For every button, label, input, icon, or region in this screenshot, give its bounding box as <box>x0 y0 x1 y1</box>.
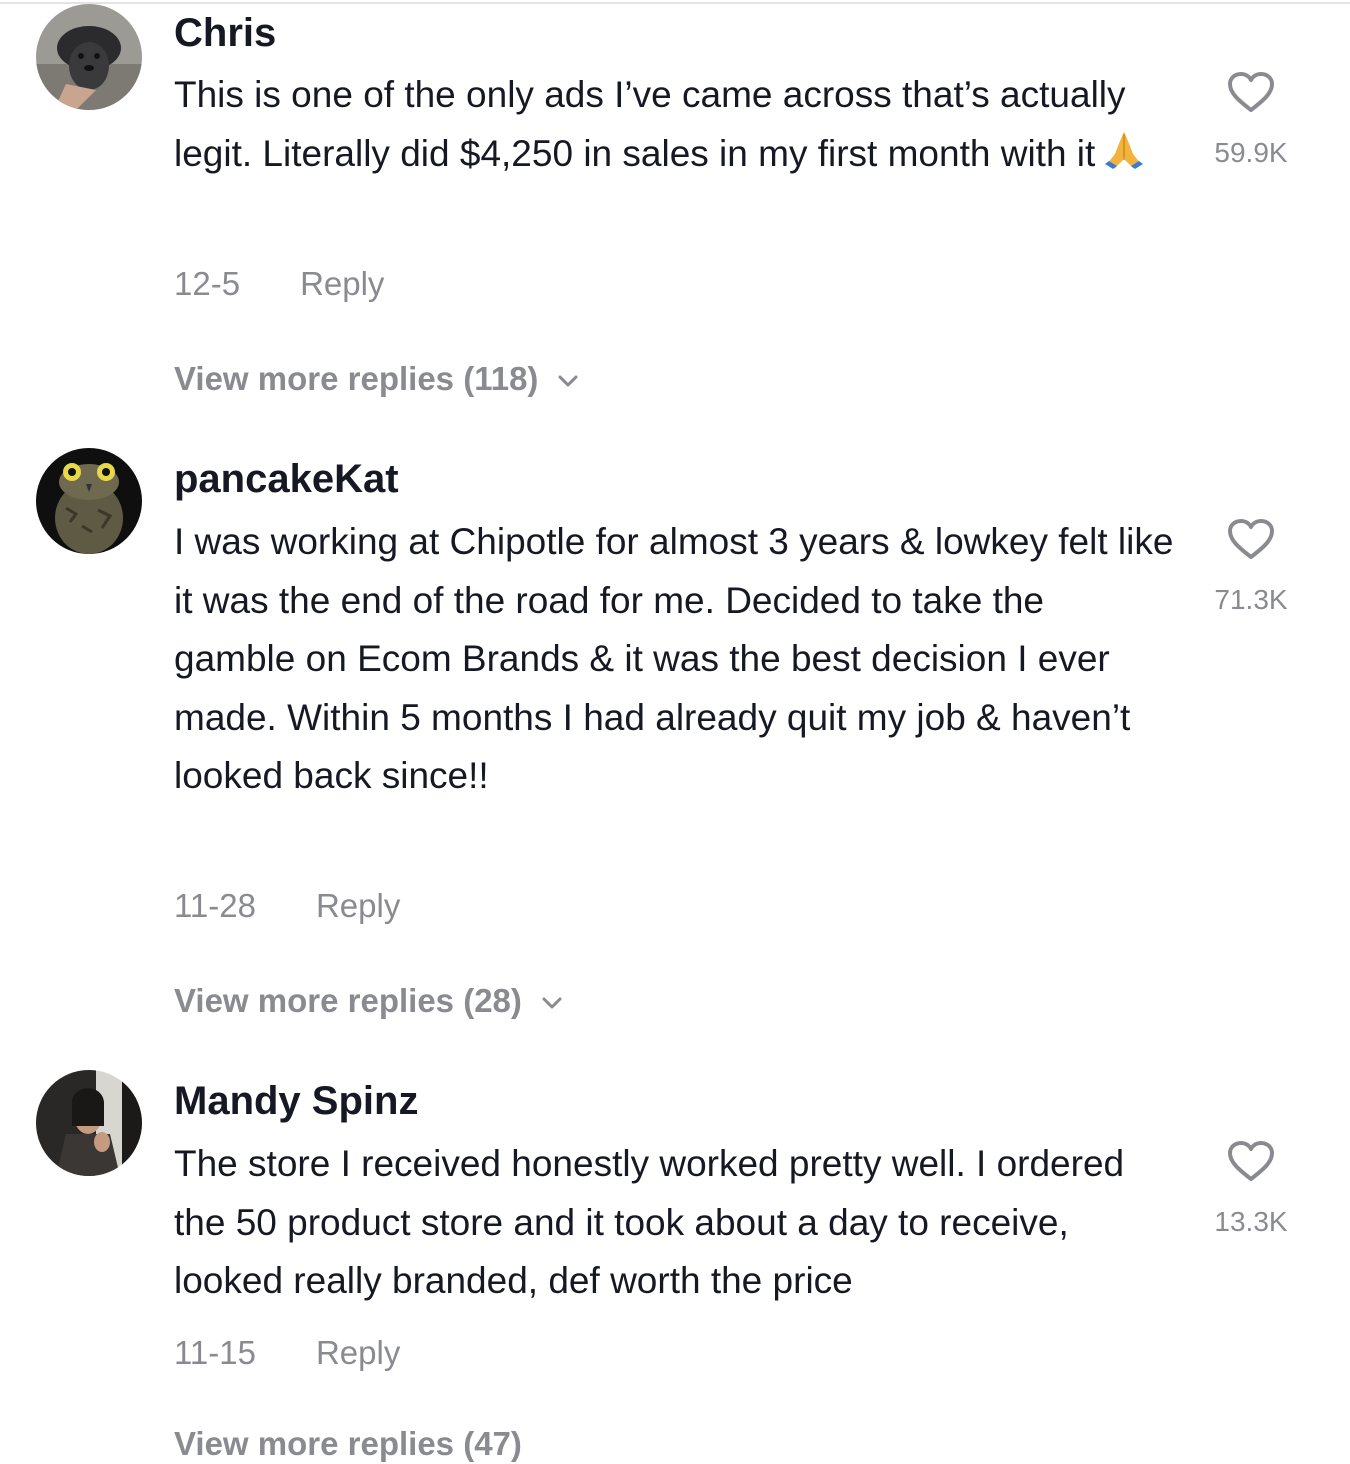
comment-meta: 12-5 Reply <box>174 264 384 304</box>
comment-meta: 11-15 Reply <box>174 1333 400 1373</box>
like-count: 71.3K <box>1214 584 1288 615</box>
view-more-replies-label: View more replies (28) <box>174 982 522 1019</box>
heart-icon[interactable] <box>1226 70 1276 114</box>
chevron-down-icon <box>558 375 578 387</box>
comment-text: I was working at Chipotle for almost 3 y… <box>174 521 1174 796</box>
comment-username[interactable]: pancakeKat <box>174 454 399 504</box>
comment-date: 11-15 <box>174 1334 256 1371</box>
heart-icon[interactable] <box>1226 1139 1276 1183</box>
comment-meta: 11-28 Reply <box>174 886 400 926</box>
reply-button[interactable]: Reply <box>316 887 400 924</box>
comment-username[interactable]: Mandy Spinz <box>174 1076 418 1126</box>
comment-text-body: This is one of the only ads I’ve came ac… <box>174 74 1126 174</box>
comment-date: 11-28 <box>174 887 256 924</box>
view-more-replies-button[interactable]: View more replies (28) <box>174 981 564 1021</box>
comment-text: This is one of the only ads I’ve came ac… <box>174 66 1174 183</box>
comment-date: 12-5 <box>174 265 241 302</box>
reply-button[interactable]: Reply <box>300 265 384 302</box>
top-divider <box>0 2 1350 4</box>
heart-icon[interactable] <box>1226 517 1276 561</box>
avatar[interactable] <box>36 1070 142 1176</box>
comment-text: The store I received honestly worked pre… <box>174 1143 1125 1301</box>
comment-username[interactable]: Chris <box>174 8 276 58</box>
chevron-down-icon <box>542 997 562 1009</box>
view-more-replies-button[interactable]: View more replies (47) <box>174 1424 522 1464</box>
like-count: 59.9K <box>1214 137 1288 168</box>
folded-hands-icon <box>1105 131 1144 169</box>
reply-button[interactable]: Reply <box>316 1334 400 1371</box>
like-count: 13.3K <box>1214 1206 1288 1237</box>
avatar[interactable] <box>36 448 142 554</box>
view-more-replies-button[interactable]: View more replies (118) <box>174 359 580 399</box>
avatar[interactable] <box>36 4 142 110</box>
view-more-replies-label: View more replies (118) <box>174 360 539 397</box>
